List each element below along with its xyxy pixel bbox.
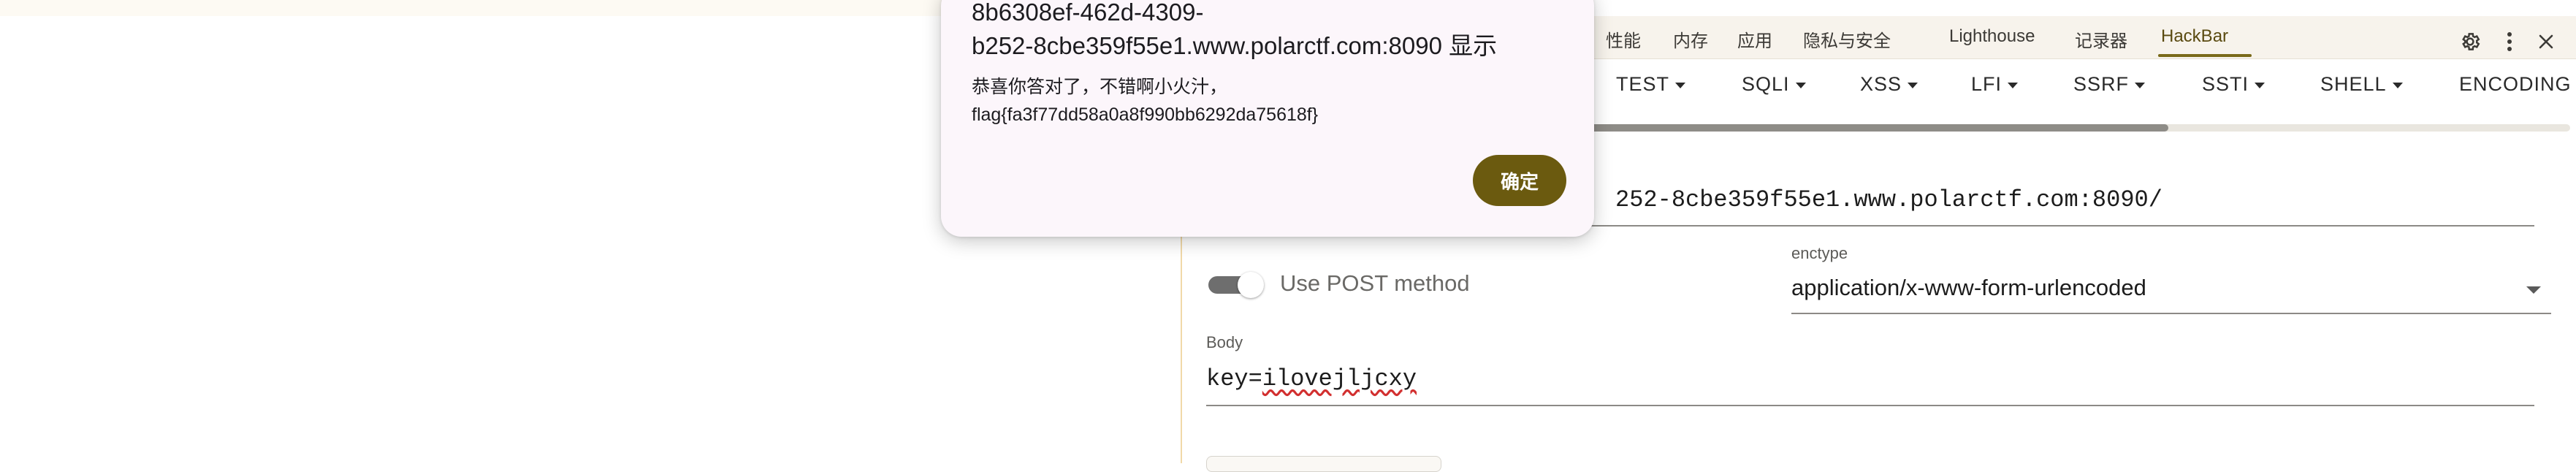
enctype-select[interactable]: application/x-www-form-urlencoded (1791, 275, 2146, 301)
body-key-value: ilovejljcxy (1262, 365, 1417, 392)
dialog-title-line2: b252-8cbe359f55e1.www.polarctf.com:8090 … (972, 32, 1498, 59)
dropdown-arrow-icon[interactable] (2526, 286, 2541, 294)
tab-recorder[interactable]: 记录器 (2075, 26, 2127, 52)
toggle-knob (1238, 272, 1264, 298)
caret-down-icon (2255, 82, 2266, 88)
tab-lighthouse[interactable]: Lighthouse (1949, 26, 2035, 47)
tab-hackbar[interactable]: HackBar (2161, 26, 2228, 47)
close-icon[interactable] (2534, 29, 2558, 54)
tab-performance[interactable]: 性能 (1606, 26, 1641, 52)
dialog-title: 8b6308ef-462d-4309- b252-8cbe359f55e1.ww… (972, 0, 1571, 63)
caret-down-icon (2008, 82, 2019, 88)
tab-privacy-security[interactable]: 隐私与安全 (1803, 26, 1891, 52)
dialog-message: 恭喜你答对了，不错啊小火汁， flag{fa3f77dd58a0a8f990bb… (972, 73, 1571, 129)
dialog-message-line2: flag{fa3f77dd58a0a8f990bb6292da75618f} (972, 104, 1319, 125)
tab-memory[interactable]: 内存 (1673, 26, 1708, 52)
menu-shell[interactable]: SHELL (2320, 73, 2403, 96)
dialog-title-line1: 8b6308ef-462d-4309- (972, 0, 1204, 26)
body-label: Body (1206, 333, 1243, 351)
caret-down-icon (1675, 82, 1686, 88)
more-vert-icon[interactable] (2497, 29, 2522, 54)
menu-encoding[interactable]: ENCODING (2459, 73, 2576, 96)
url-input-value: 252-8cbe359f55e1.www.polarctf.com:8090/ (1615, 186, 2162, 213)
dialog-message-line1: 恭喜你答对了，不错啊小火汁， (972, 77, 1228, 97)
dialog-ok-button[interactable]: 确定 (1473, 155, 1566, 206)
body-input-value: key=ilovejljcxy (1206, 365, 1417, 392)
menu-test[interactable]: TEST (1616, 73, 1686, 96)
menu-lfi[interactable]: LFI (1971, 73, 2019, 96)
menu-sqli[interactable]: SQLI (1742, 73, 1806, 96)
caret-down-icon (2392, 82, 2403, 88)
alert-dialog: 8b6308ef-462d-4309- b252-8cbe359f55e1.ww… (941, 0, 1594, 237)
menu-ssrf[interactable]: SSRF (2073, 73, 2146, 96)
tab-application[interactable]: 应用 (1737, 26, 1772, 52)
menu-ssti[interactable]: SSTI (2202, 73, 2266, 96)
post-method-toggle[interactable] (1208, 272, 1264, 298)
gear-icon[interactable] (2458, 29, 2482, 54)
caret-down-icon (1908, 82, 1918, 88)
body-key-prefix: key= (1206, 365, 1262, 392)
menu-xss[interactable]: XSS (1860, 73, 1918, 96)
caret-down-icon (1795, 82, 1806, 88)
body-input[interactable]: key=ilovejljcxy (1206, 359, 2534, 406)
active-tab-underline (2158, 54, 2252, 57)
caret-down-icon (2135, 82, 2146, 88)
execute-button[interactable] (1206, 456, 1441, 472)
enctype-underline (1791, 313, 2551, 314)
enctype-label: enctype (1791, 244, 1848, 262)
post-method-label: Use POST method (1280, 270, 1470, 296)
